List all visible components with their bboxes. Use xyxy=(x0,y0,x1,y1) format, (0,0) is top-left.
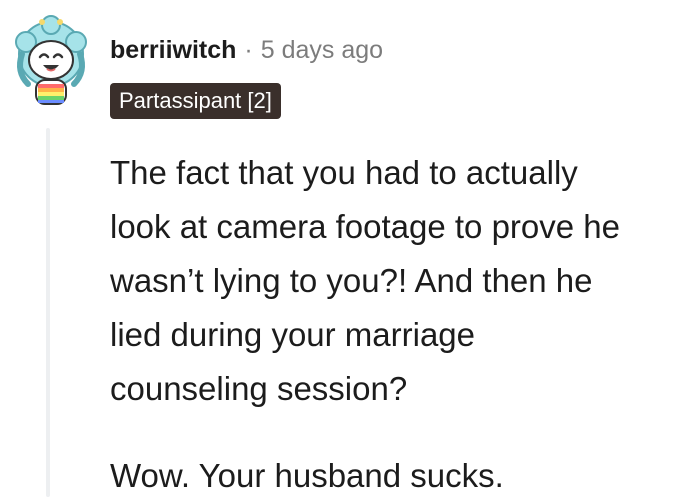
author-username[interactable]: berriiwitch xyxy=(110,36,236,65)
comment-line: counseling session? xyxy=(110,370,408,407)
comment-paragraph: The fact that you had to actually look a… xyxy=(110,146,695,416)
meta-separator: · xyxy=(244,35,253,64)
comment-meta: berriiwitch · 5 days ago xyxy=(110,30,383,70)
comment-line: Wow. Your husband sucks. xyxy=(110,457,504,494)
comment-line: lied during your marriage xyxy=(110,316,476,353)
comment-line: The fact that you had to actually xyxy=(110,154,578,191)
comment: berriiwitch · 5 days ago Partassipant [2… xyxy=(0,0,700,497)
comment-timestamp[interactable]: 5 days ago xyxy=(261,36,383,65)
comment-body: The fact that you had to actually look a… xyxy=(110,146,695,503)
comment-paragraph: Wow. Your husband sucks. xyxy=(110,449,695,503)
comment-line: wasn’t lying to you?! And then he xyxy=(110,262,593,299)
comment-line: look at camera footage to prove he xyxy=(110,208,620,245)
user-flair-badge: Partassipant [2] xyxy=(110,83,281,119)
snoo-avatar-icon[interactable] xyxy=(8,14,94,110)
thread-collapse-line[interactable] xyxy=(46,128,50,497)
